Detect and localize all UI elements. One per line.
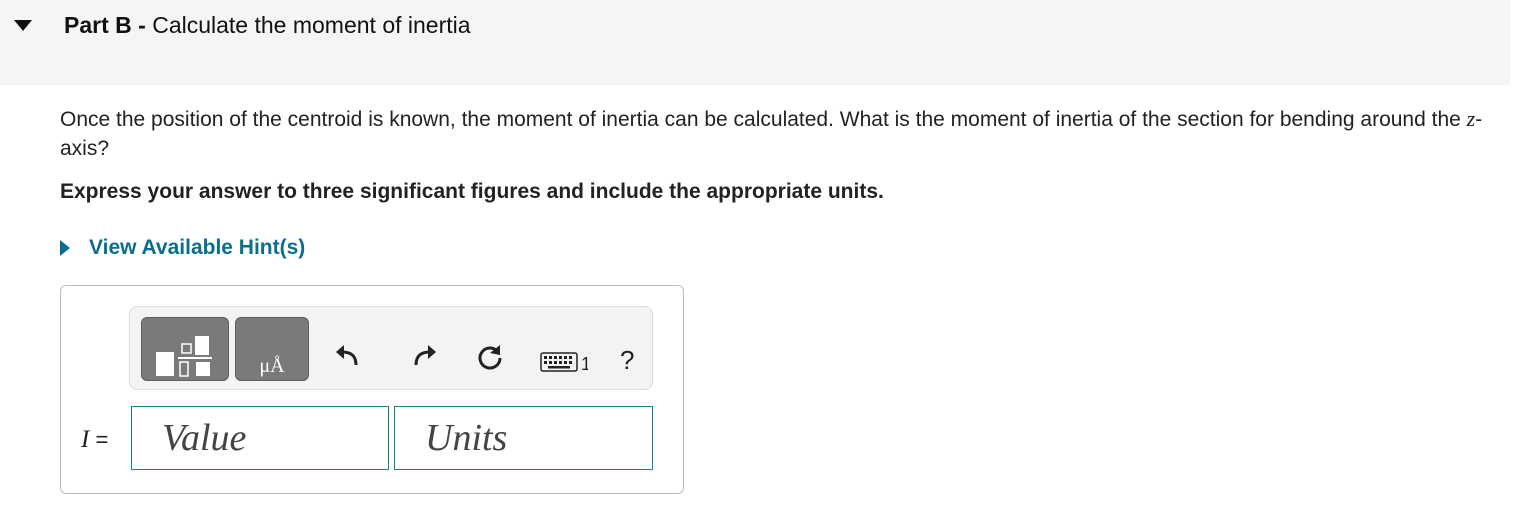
part-label: Part B: [64, 12, 132, 38]
axis-variable: z: [1466, 106, 1476, 131]
answer-box: μÅ 1 ? I = Value Units: [60, 285, 684, 494]
units-input[interactable]: Units: [394, 406, 653, 470]
undo-button[interactable]: [334, 343, 360, 367]
reset-icon: [478, 345, 502, 370]
templates-button[interactable]: [141, 317, 229, 381]
question-text: Once the position of the centroid is kno…: [60, 104, 1510, 163]
equals-sign: =: [95, 427, 109, 452]
keyboard-button[interactable]: 1: [540, 351, 588, 373]
redo-button[interactable]: [412, 343, 438, 367]
expand-caret-icon: [60, 240, 70, 256]
units-icon: μÅ: [259, 355, 285, 377]
redo-icon: [414, 345, 436, 366]
part-separator: -: [138, 12, 146, 38]
part-title-text: Calculate the moment of inertia: [152, 12, 471, 38]
value-placeholder: Value: [162, 417, 247, 459]
answer-variable-label: I =: [81, 426, 108, 454]
answer-variable: I: [81, 426, 90, 453]
part-title: Part B - Calculate the moment of inertia: [64, 12, 471, 39]
collapse-caret-icon[interactable]: [14, 20, 32, 31]
reset-button[interactable]: [476, 343, 504, 371]
value-input[interactable]: Value: [131, 406, 389, 470]
templates-icon: [156, 336, 212, 377]
view-hints-link[interactable]: View Available Hint(s): [60, 234, 305, 262]
undo-icon: [336, 345, 358, 366]
keyboard-icon: 1: [540, 352, 588, 373]
question-text-before: Once the position of the centroid is kno…: [60, 108, 1467, 131]
answer-instruction: Express your answer to three significant…: [60, 180, 884, 203]
units-placeholder: Units: [425, 417, 508, 459]
units-button[interactable]: μÅ: [235, 317, 309, 381]
keyboard-suffix: 1: [581, 354, 588, 373]
part-header[interactable]: Part B - Calculate the moment of inertia: [0, 0, 1510, 85]
help-button[interactable]: ?: [620, 345, 634, 376]
math-toolbar: μÅ 1 ?: [129, 306, 653, 390]
view-hints-label: View Available Hint(s): [89, 236, 306, 259]
